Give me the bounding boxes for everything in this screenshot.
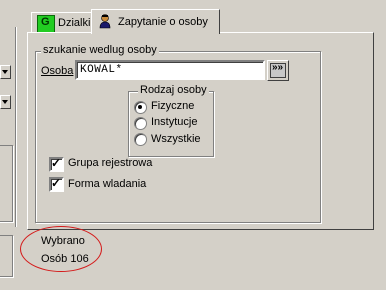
checkbox-forma-wladania[interactable]: ✓ xyxy=(49,176,64,192)
left-dropdown-arrow-2[interactable] xyxy=(0,95,11,109)
radio-wszystkie-label: Wszystkie xyxy=(151,133,201,145)
checkbox-grupa-rejestrowa[interactable]: ✓ xyxy=(49,156,64,172)
tab-dzialki-label: Dzialki xyxy=(58,17,91,29)
radio-instytucje[interactable] xyxy=(134,117,147,130)
radio-instytucje-label: Instytucje xyxy=(151,116,198,128)
person-type-legend: Rodzaj osoby xyxy=(138,84,209,96)
radio-wszystkie[interactable] xyxy=(134,133,147,146)
checkbox-forma-wladania-label: Forma wladania xyxy=(68,178,147,190)
left-group-box xyxy=(0,145,13,222)
person-icon xyxy=(97,13,113,29)
dots-icon: »» xyxy=(270,62,286,78)
radio-fizyczne-label: Fizyczne xyxy=(151,100,195,112)
tab-zapytanie-o-osoby[interactable]: Zapytanie o osoby xyxy=(91,9,220,34)
left-bottom-box xyxy=(0,235,13,277)
osoba-label: Osoba xyxy=(41,65,73,77)
left-dropdown-arrow-1[interactable] xyxy=(0,65,11,79)
checkmark-icon: ✓ xyxy=(51,176,62,190)
browse-button[interactable]: »» xyxy=(267,60,289,81)
osoba-label-text: Osoba xyxy=(41,65,74,77)
osoba-input[interactable]: KOWAL* xyxy=(75,60,265,80)
tab-dzialki[interactable]: G Dzialki xyxy=(31,12,93,33)
checkbox-grupa-rejestrowa-label: Grupa rejestrowa xyxy=(68,157,153,169)
search-group-legend: szukanie wedlug osoby xyxy=(41,44,159,56)
checkmark-icon: ✓ xyxy=(51,156,62,170)
radio-fizyczne[interactable] xyxy=(134,101,147,114)
tab-zapytanie-label: Zapytanie o osoby xyxy=(118,16,208,28)
annotation-ellipse xyxy=(20,226,102,272)
osoba-input-value: KOWAL* xyxy=(80,64,123,76)
green-g-icon: G xyxy=(37,15,55,33)
